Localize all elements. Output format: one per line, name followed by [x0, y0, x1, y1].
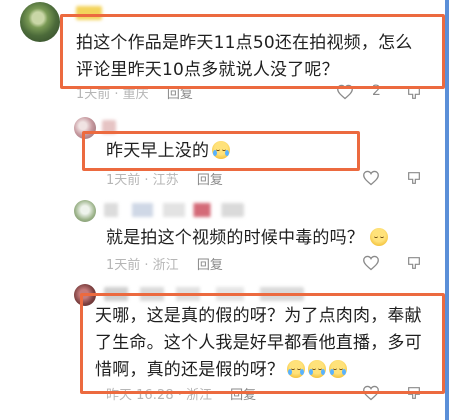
avatar[interactable] — [74, 284, 96, 306]
comment-time: 1天前 · 浙江 — [106, 258, 179, 273]
reply-button[interactable]: 回复 — [167, 87, 193, 102]
comment-time: 昨天 16:28 · 浙江 — [106, 388, 212, 403]
comment-section: 拍这个作品是昨天11点50还在拍视频，怎么评论里昨天10点多就说人没了呢？ 1天… — [0, 0, 449, 420]
comment-meta: 1天前 · 浙江 回复 — [106, 254, 223, 273]
avatar[interactable] — [74, 117, 96, 139]
window-edge — [445, 0, 449, 420]
comment-text: 昨天早上没的 — [106, 138, 231, 165]
dislike-icon[interactable] — [406, 170, 422, 186]
comment-time: 1天前 · 江苏 — [106, 173, 179, 188]
avatar[interactable] — [20, 2, 60, 42]
reply-button[interactable]: 回复 — [197, 258, 223, 273]
crying-face-icon — [212, 141, 231, 159]
username-blurred[interactable] — [102, 120, 116, 134]
comment-meta: 1天前 · 江苏 回复 — [106, 169, 223, 188]
comment-text: 拍这个作品是昨天11点50还在拍视频，怎么评论里昨天10点多就说人没了呢？ — [76, 33, 413, 80]
username-blurred[interactable] — [104, 203, 244, 217]
heart-icon[interactable] — [336, 84, 354, 100]
like-count: 2 — [372, 83, 381, 99]
dislike-icon[interactable] — [406, 385, 422, 401]
heart-icon[interactable] — [362, 170, 380, 186]
comment-meta: 1天前 · 重庆 回复 — [76, 83, 193, 102]
comment-meta: 昨天 16:28 · 浙江 回复 — [106, 384, 256, 403]
comment-text-body: 昨天早上没的 — [106, 141, 210, 161]
heart-icon[interactable] — [362, 385, 380, 401]
pleading-face-icon — [370, 228, 388, 246]
reply-button[interactable]: 回复 — [197, 173, 223, 188]
comment-text: 就是拍这个视频的时候中毒的吗？ — [106, 225, 388, 252]
comment-text-body: 天哪，这是真的假的呀？为了点肉肉，奉献了生命。这个人我是好早都看他直播，多可惜啊… — [95, 306, 422, 380]
comment-time: 1天前 · 重庆 — [76, 87, 149, 102]
dislike-icon[interactable] — [406, 85, 422, 101]
avatar[interactable] — [74, 200, 96, 222]
heart-icon[interactable] — [362, 255, 380, 271]
username-blurred[interactable] — [104, 287, 304, 301]
username-blurred[interactable] — [76, 6, 102, 20]
crying-face-icon — [308, 360, 327, 378]
reply-button[interactable]: 回复 — [230, 388, 256, 403]
comment-text-body: 就是拍这个视频的时候中毒的吗？ — [106, 228, 364, 248]
crying-face-icon — [287, 360, 306, 378]
comment-text: 天哪，这是真的假的呀？为了点肉肉，奉献了生命。这个人我是好早都看他直播，多可惜啊… — [95, 303, 425, 384]
dislike-icon[interactable] — [406, 255, 422, 271]
crying-face-icon — [329, 360, 348, 378]
